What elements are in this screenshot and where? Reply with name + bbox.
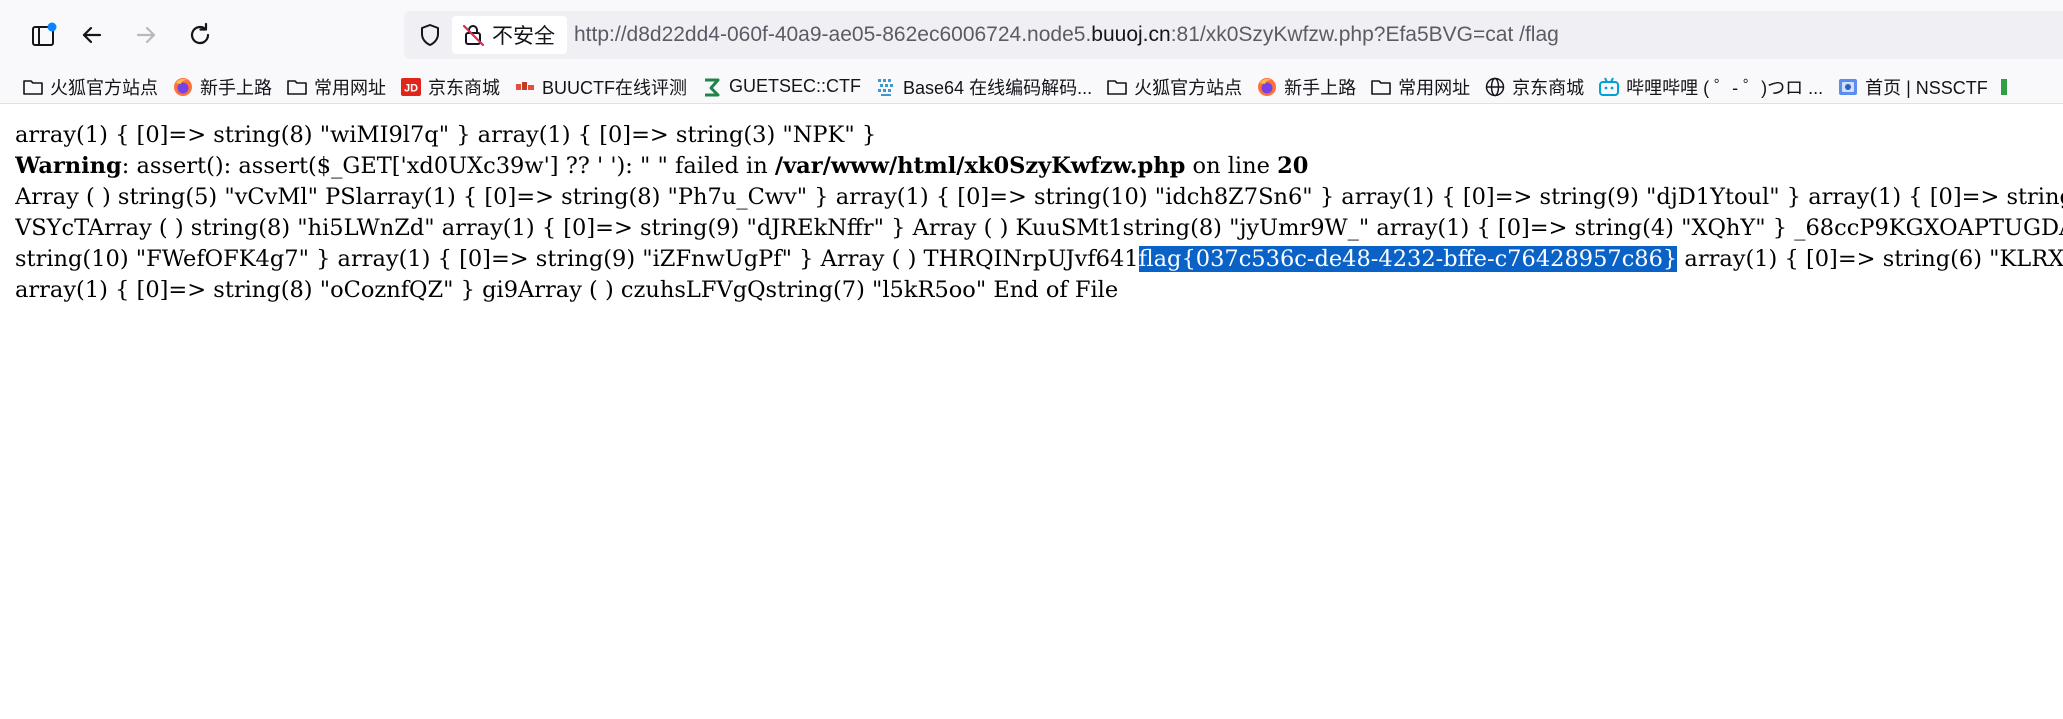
url-text[interactable]: http://d8d22dd4-060f-40a9-ae05-862ec6006…	[574, 11, 1559, 59]
sidebar-tabs-button[interactable]	[20, 11, 68, 59]
warning-line-number: 20	[1277, 153, 1309, 179]
sidebar-tabs-icon	[32, 22, 57, 46]
output-line-5-pre: string(10) "FWefOFK4g7" } array(1) { [0]…	[15, 246, 1139, 272]
bookmark-item[interactable]: 新手上路	[1250, 72, 1364, 102]
back-button[interactable]	[68, 11, 116, 59]
selected-flag-text[interactable]: flag{037c536c-de48-4232-bffe-c76428957c8…	[1138, 246, 1678, 272]
warning-file: /var/www/html/xk0SzyKwfzw.php	[774, 153, 1186, 179]
url-prefix: http://d8d22dd4-060f-40a9-ae05-862ec6006…	[574, 23, 1092, 46]
folder-icon	[286, 76, 308, 98]
bookmark-item[interactable]: 京东商城	[1478, 72, 1592, 102]
bookmark-label: 火狐官方站点	[1134, 77, 1243, 98]
address-bar[interactable]: 不安全 http://d8d22dd4-060f-40a9-ae05-862ec…	[404, 11, 2063, 59]
guetsec-icon	[701, 76, 723, 98]
nssctf-icon	[1837, 76, 1859, 98]
bookmark-label: 首页 | NSSCTF	[1865, 77, 1988, 98]
firefox-icon	[1256, 76, 1278, 98]
base64-icon	[875, 76, 897, 98]
bookmark-label: 常用网址	[314, 77, 386, 98]
forward-arrow-icon	[136, 26, 156, 44]
forward-button[interactable]	[122, 11, 170, 59]
warning-label: Warning	[15, 153, 122, 179]
bookmark-label: GUETSEC::CTF	[729, 76, 862, 96]
bookmark-item[interactable]: BUUCTF在线评测	[508, 72, 695, 102]
back-arrow-icon	[82, 26, 102, 44]
folder-icon	[1370, 76, 1392, 98]
output-line-1: array(1) { [0]=> string(8) "wiMI9l7q" } …	[15, 122, 877, 148]
bookmark-item[interactable]: 新手上路	[166, 72, 280, 102]
bookmark-item[interactable]: 火狐官方站点	[16, 72, 166, 102]
green-bookmark-icon	[2000, 76, 2022, 98]
bookmark-label: 火狐官方站点	[50, 77, 158, 98]
warning-line: Warning: assert(): assert($_GET['xd0UXc3…	[15, 151, 2063, 182]
bookmark-label: 京东商城	[428, 77, 500, 98]
bookmark-label: Base64 在线编码解码...	[903, 77, 1093, 98]
jd-icon: JD	[400, 76, 422, 98]
site-security-button[interactable]: 不安全	[452, 16, 567, 54]
folder-icon	[1106, 76, 1128, 98]
output-line-4: VSYcTArray ( ) string(8) "hi5LWnZd" arra…	[15, 215, 2063, 241]
output-line-6: array(1) { [0]=> string(8) "oCoznfQZ" } …	[15, 277, 1119, 303]
security-label: 不安全	[492, 25, 555, 48]
url-suffix: :81/xk0SzyKwfzw.php?Efa5BVG=cat /flag	[1170, 23, 1559, 46]
bookmark-label: 常用网址	[1398, 77, 1471, 98]
bookmark-label: 新手上路	[200, 77, 272, 98]
bookmark-item[interactable]: Base64 在线编码解码...	[869, 72, 1100, 102]
bookmark-label: BUUCTF在线评测	[542, 77, 687, 98]
globe-icon	[1484, 76, 1506, 98]
bookmark-label: 新手上路	[1284, 77, 1357, 98]
output-line-5: string(10) "FWefOFK4g7" } array(1) { [0]…	[15, 244, 2063, 275]
bookmark-item[interactable]: 常用网址	[280, 72, 394, 102]
warning-on-line: on line	[1185, 153, 1278, 179]
warning-text: : assert(): assert($_GET['xd0UXc39w'] ??…	[121, 153, 775, 179]
bookmarks-toolbar: 火狐官方站点 新手上路 常用网址 JD 京东商城 BUUCTF在线评测 GUET…	[0, 70, 2063, 104]
reload-button[interactable]	[176, 11, 224, 59]
navigation-toolbar: 不安全 http://d8d22dd4-060f-40a9-ae05-862ec…	[0, 0, 2063, 70]
buuctf-icon	[514, 76, 536, 98]
page-content: array(1) { [0]=> string(8) "wiMI9l7q" } …	[15, 120, 2063, 306]
output-line-3: Array ( ) string(5) "vCvMl" PSlarray(1) …	[15, 184, 2063, 210]
bookmark-item[interactable]: JD 京东商城	[394, 72, 508, 102]
bilibili-icon	[1598, 76, 1620, 98]
shield-icon	[421, 24, 439, 46]
bookmark-item[interactable]: GUETSEC::CTF	[695, 72, 869, 102]
bookmark-item[interactable]: 常用网址	[1364, 72, 1478, 102]
url-domain: buuoj.cn	[1091, 23, 1171, 46]
folder-icon	[22, 76, 44, 98]
reload-icon	[190, 22, 210, 45]
bookmark-label: 哔哩哔哩 ( ゜- ゜)つロ ...	[1626, 77, 1824, 98]
svg-text:JD: JD	[404, 82, 418, 94]
output-line-5-post: array(1) { [0]=> string(6) "KLRXmV" } ar…	[1684, 246, 2063, 272]
firefox-icon	[172, 76, 194, 98]
bookmark-item[interactable]: 首页 | NSSCTF	[1831, 72, 1996, 102]
bookmark-label: 京东商城	[1512, 77, 1585, 98]
tracking-protection-button[interactable]	[412, 17, 448, 53]
insecure-lock-icon	[462, 24, 485, 47]
bookmark-item[interactable]: 哔哩哔哩 ( ゜- ゜)つロ ...	[1592, 72, 1831, 102]
bookmark-item[interactable]: 火狐官方站点	[1100, 72, 1250, 102]
bookmark-overflow[interactable]	[1996, 72, 2022, 102]
